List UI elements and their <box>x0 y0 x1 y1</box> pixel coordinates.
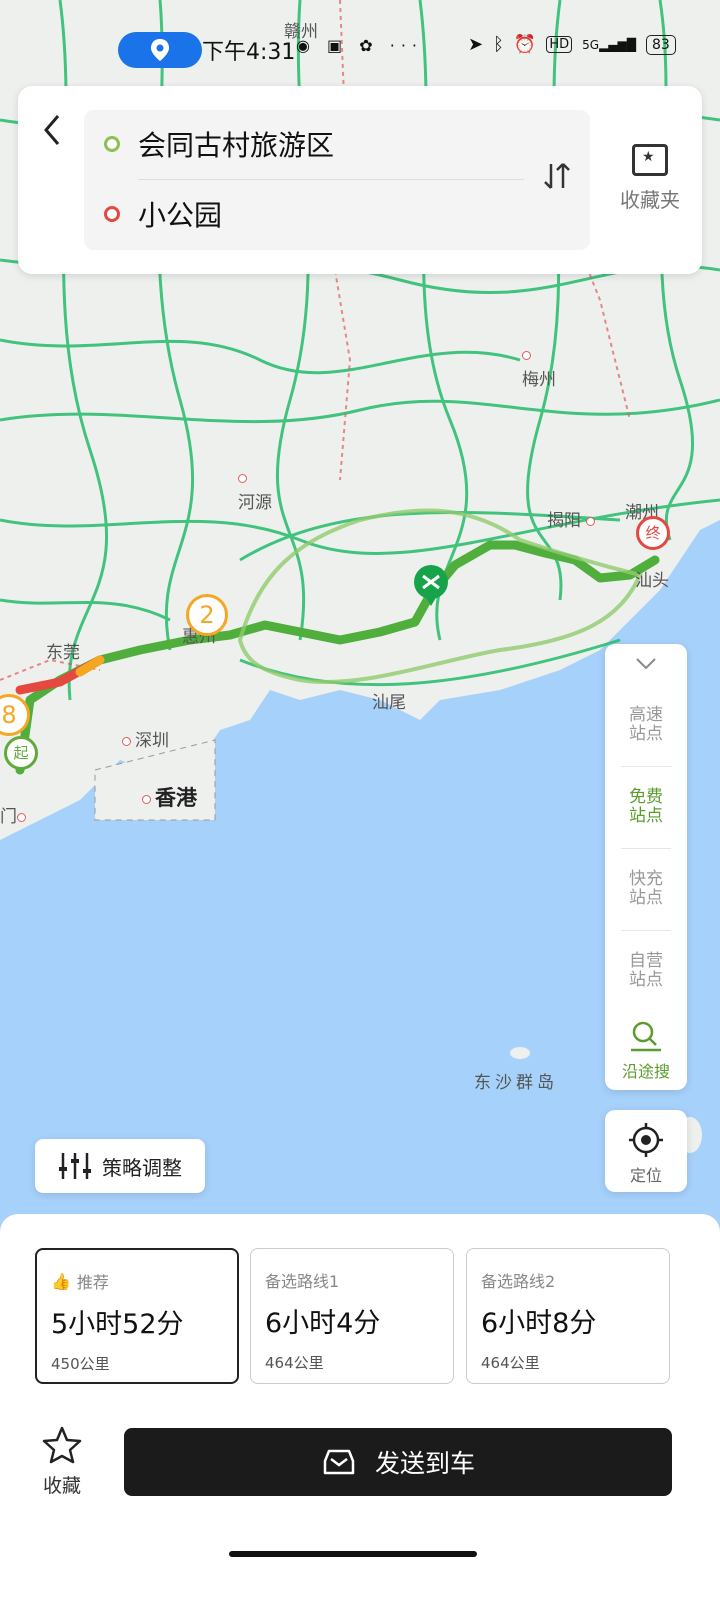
filter-fast-charge-stations[interactable]: 快充站点 <box>605 848 687 930</box>
origin-dot-icon <box>104 136 120 152</box>
end-marker[interactable]: 终 <box>636 516 670 550</box>
bluetooth-icon: ᛒ <box>493 34 504 55</box>
swap-icon <box>544 163 570 189</box>
navigation-arrow-icon: ➤ <box>468 34 484 55</box>
destination-dot-icon <box>104 206 120 222</box>
city-label: 汕尾 <box>372 693 406 713</box>
along-route-search-icon <box>631 1021 661 1052</box>
favorites-folder-button[interactable]: ★ 收藏夹 <box>610 144 690 213</box>
signal-icon: 5G▂▄▆█ <box>582 37 636 52</box>
city-label: 梅州 <box>522 345 556 390</box>
route-tag-label: 备选路线2 <box>481 1272 556 1291</box>
filter-free-stations[interactable]: 免费站点 <box>605 766 687 848</box>
destination-field[interactable]: 小公园 <box>104 192 222 236</box>
chevron-left-icon <box>44 115 60 145</box>
car-icon <box>323 1449 355 1475</box>
route-distance: 464公里 <box>481 1354 540 1372</box>
strategy-adjust-button[interactable]: 策略调整 <box>35 1139 205 1193</box>
battery-icon: 83 <box>645 34 676 55</box>
city-label-hongkong: 香港 <box>142 782 197 812</box>
locate-button[interactable]: 定位 <box>605 1110 687 1192</box>
status-bar: 下午4:31 ◉ ▣ ✿ ··· ➤ ᛒ ⏰ HD 5G▂▄▆█ 83 <box>0 28 720 72</box>
location-indicator-pill <box>118 32 202 68</box>
chevron-down-icon <box>636 658 656 670</box>
city-label: 东沙群岛 <box>474 1073 558 1093</box>
alarm-icon: ⏰ <box>513 34 537 55</box>
filter-label: 快充站点 <box>629 869 663 908</box>
star-outline-icon <box>42 1426 82 1464</box>
route-tag: 👍 推荐 <box>51 1270 223 1293</box>
route-tag: 备选路线2 <box>481 1269 655 1291</box>
favorite-button[interactable]: 收藏 <box>36 1426 88 1498</box>
collapse-button[interactable] <box>605 644 687 684</box>
waypoint-marker[interactable]: 2 <box>186 594 228 636</box>
origin-text: 会同古村旅游区 <box>138 129 335 162</box>
route-distance: 450公里 <box>51 1355 110 1373</box>
route-duration: 6小时8分 <box>481 1308 597 1339</box>
folder-star-icon: ★ <box>632 144 668 176</box>
city-label: 东莞 <box>46 643 80 663</box>
route-distance: 464公里 <box>265 1354 324 1372</box>
route-divider <box>138 179 524 180</box>
clock: 下午4:31 <box>202 40 296 65</box>
crosshair-icon <box>629 1123 663 1157</box>
route-card-alternative-2[interactable]: 备选路线2 6小时8分 464公里 <box>466 1248 670 1384</box>
filter-label: 免费站点 <box>629 787 663 826</box>
locate-label: 定位 <box>629 1166 662 1185</box>
city-label: 门 <box>0 802 30 827</box>
route-duration: 5小时52分 <box>51 1309 184 1340</box>
filter-label: 高速站点 <box>629 705 663 744</box>
route-endpoints-box: 会同古村旅游区 小公园 <box>84 110 590 250</box>
filter-label: 自营站点 <box>629 951 663 990</box>
station-filter-panel: 高速站点 免费站点 快充站点 自营站点 沿途搜 <box>605 644 687 1090</box>
favorites-folder-label: 收藏夹 <box>620 188 680 212</box>
swap-route-button[interactable] <box>538 160 576 198</box>
location-pin-icon <box>151 39 169 61</box>
destination-text: 小公园 <box>138 199 223 232</box>
city-label: 揭阳 <box>547 506 599 531</box>
along-route-search-label: 沿途搜 <box>621 1062 670 1081</box>
route-options-sheet: 👍 推荐 5小时52分 450公里 备选路线1 6小时4分 464公里 备选路线… <box>0 1214 720 1600</box>
route-tag-label: 推荐 <box>76 1273 109 1292</box>
home-indicator[interactable] <box>229 1551 477 1557</box>
route-search-card: 会同古村旅游区 小公园 ★ 收藏夹 <box>18 86 702 274</box>
system-icons: ➤ ᛒ ⏰ HD 5G▂▄▆█ 83 <box>468 34 676 55</box>
thumbs-up-icon: 👍 <box>51 1271 71 1291</box>
back-button[interactable] <box>40 112 80 152</box>
origin-field[interactable]: 会同古村旅游区 <box>104 122 334 166</box>
route-tag: 备选路线1 <box>265 1269 439 1291</box>
city-label: 汕头 <box>635 571 669 591</box>
along-route-search-button[interactable]: 沿途搜 <box>605 1016 687 1090</box>
city-label: 深圳 <box>122 726 169 751</box>
sliders-icon <box>59 1153 91 1179</box>
hd-icon: HD <box>546 36 573 53</box>
filter-highway-stations[interactable]: 高速站点 <box>605 684 687 766</box>
strategy-adjust-label: 策略调整 <box>102 1155 182 1180</box>
start-marker[interactable]: 起 <box>4 736 38 770</box>
route-card-alternative-1[interactable]: 备选路线1 6小时4分 464公里 <box>250 1248 454 1384</box>
route-duration: 6小时4分 <box>265 1308 381 1339</box>
route-card-recommended[interactable]: 👍 推荐 5小时52分 450公里 <box>35 1248 239 1384</box>
favorite-label: 收藏 <box>42 1475 81 1497</box>
send-to-car-label: 发送到车 <box>374 1449 475 1478</box>
route-tag-label: 备选路线1 <box>265 1272 340 1291</box>
city-label: 河源 <box>238 468 272 513</box>
send-to-car-button[interactable]: 发送到车 <box>124 1428 672 1496</box>
filter-self-operated-stations[interactable]: 自营站点 <box>605 930 687 1012</box>
notification-icons: ◉ ▣ ✿ ··· <box>296 36 423 55</box>
